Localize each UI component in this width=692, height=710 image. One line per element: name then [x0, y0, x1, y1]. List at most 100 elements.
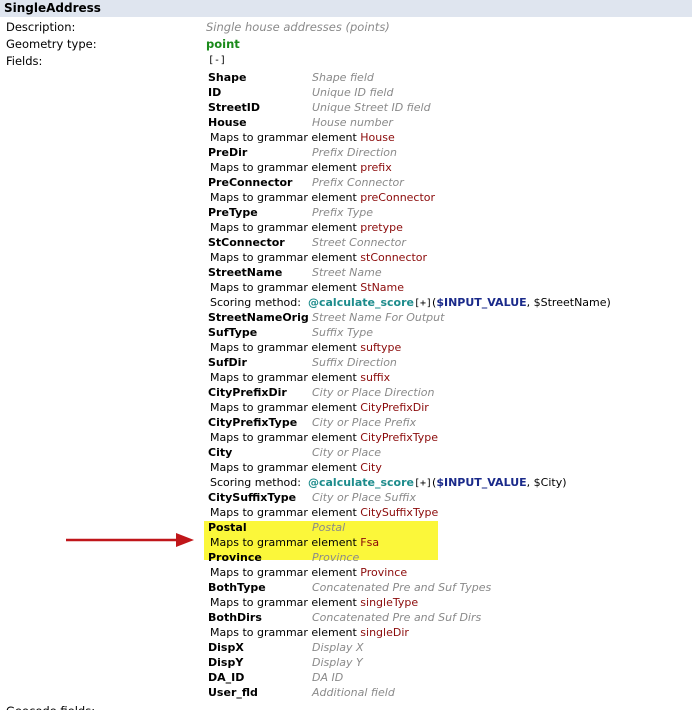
field-name: PreDir: [208, 146, 248, 159]
grammar-element: prefix: [360, 161, 392, 174]
field-name: CityPrefixDir: [208, 386, 287, 399]
field-description: Prefix Direction: [312, 146, 397, 159]
grammar-element: CityPrefixDir: [360, 401, 429, 414]
scoring-method-row: Scoring method: @calculate_score[+]($INP…: [210, 296, 611, 309]
field-description: City or Place Prefix: [312, 416, 417, 429]
field-name: BothDirs: [208, 611, 262, 624]
field-description: Shape field: [312, 71, 374, 84]
mapping-prefix: Maps to grammar element: [210, 626, 361, 639]
field-name: SufType: [208, 326, 258, 339]
input-value-arg: $INPUT_VALUE: [436, 296, 527, 309]
field-description: Display X: [312, 641, 364, 654]
field-row: DispY Display Y: [206, 655, 686, 670]
grammar-element: CitySuffixType: [360, 506, 439, 519]
mapping-prefix: Maps to grammar element: [210, 401, 361, 414]
grammar-mapping-row: Maps to grammar element CitySuffixType: [206, 505, 686, 520]
expand-function-toggle[interactable]: [+]: [414, 478, 432, 489]
field-row: Shape Shape field: [206, 70, 686, 85]
field-description: Street Name: [312, 266, 382, 279]
field-row: House House number: [206, 115, 686, 130]
field-row: BothType Concatenated Pre and Suf Types: [206, 580, 686, 595]
grammar-element: City: [360, 461, 382, 474]
description-value: Single house addresses (points): [206, 20, 390, 34]
grammar-element: stConnector: [360, 251, 428, 264]
field-name: Shape: [208, 71, 247, 84]
field-row: BothDirs Concatenated Pre and Suf Dirs: [206, 610, 686, 625]
mapping-prefix: Maps to grammar element: [210, 251, 361, 264]
field-description: Suffix Type: [312, 326, 373, 339]
field-description: Prefix Connector: [312, 176, 404, 189]
grammar-mapping-row: Maps to grammar element singleDir: [206, 625, 686, 640]
field-name: BothType: [208, 581, 266, 594]
grammar-mapping-row: Maps to grammar element House: [206, 130, 686, 145]
scoring-label: Scoring method:: [210, 296, 301, 309]
field-description: Postal: [312, 521, 346, 534]
grammar-element: singleType: [360, 596, 419, 609]
grammar-mapping-row: Maps to grammar element CityPrefixDir: [206, 400, 686, 415]
collapse-fields-toggle[interactable]: [-]: [208, 55, 226, 66]
field-name: StreetNameOrig: [208, 311, 309, 324]
field-row: PreType Prefix Type: [206, 205, 686, 220]
field-name: ID: [208, 86, 222, 99]
field-row: StreetName Street Name: [206, 265, 686, 280]
field-arg: $StreetName: [533, 296, 607, 309]
mapping-prefix: Maps to grammar element: [210, 536, 361, 549]
field-name: DispX: [208, 641, 244, 654]
field-description: Prefix Type: [312, 206, 374, 219]
field-arg: $City: [533, 476, 563, 489]
field-description: City or Place Direction: [312, 386, 435, 399]
mapping-prefix: Maps to grammar element: [210, 566, 361, 579]
field-name: SufDir: [208, 356, 247, 369]
mapping-prefix: Maps to grammar element: [210, 131, 361, 144]
field-row: StreetID Unique Street ID field: [206, 100, 686, 115]
scoring-function: @calculate_score: [307, 296, 414, 309]
mapping-prefix: Maps to grammar element: [210, 281, 361, 294]
grammar-mapping-row: Maps to grammar element prefix: [206, 160, 686, 175]
field-row: StConnector Street Connector: [206, 235, 686, 250]
section-title: SingleAddress: [0, 0, 692, 17]
expand-function-toggle[interactable]: [+]: [414, 298, 432, 309]
field-row: CitySuffixType City or Place Suffix: [206, 490, 686, 505]
grammar-element: suffix: [360, 371, 391, 384]
grammar-mapping-row: Maps to grammar element Province: [206, 565, 686, 580]
grammar-mapping-row: Maps to grammar element CityPrefixType: [206, 430, 686, 445]
field-name: City: [208, 446, 233, 459]
description-label: Description:: [6, 20, 76, 34]
grammar-mapping-row: Maps to grammar element singleType: [206, 595, 686, 610]
field-description: Unique ID field: [312, 86, 394, 99]
input-value-arg: $INPUT_VALUE: [436, 476, 527, 489]
grammar-mapping-row: Maps to grammar element StName: [206, 280, 686, 295]
grammar-element: pretype: [360, 221, 403, 234]
scoring-label: Scoring method:: [210, 476, 301, 489]
field-name: CityPrefixType: [208, 416, 298, 429]
geometry-type-value: point: [206, 37, 240, 51]
field-description: Concatenated Pre and Suf Types: [312, 581, 492, 594]
field-row: PreConnector Prefix Connector: [206, 175, 686, 190]
mapping-prefix: Maps to grammar element: [210, 161, 361, 174]
field-name: CitySuffixType: [208, 491, 297, 504]
field-row: CityPrefixType City or Place Prefix: [206, 415, 686, 430]
field-row: PreDir Prefix Direction: [206, 145, 686, 160]
mapping-prefix: Maps to grammar element: [210, 506, 361, 519]
mapping-prefix: Maps to grammar element: [210, 461, 361, 474]
geocode-fields-label: Geocode fields:: [6, 704, 95, 710]
field-row: User_fld Additional field: [206, 685, 686, 700]
mapping-prefix: Maps to grammar element: [210, 431, 361, 444]
grammar-element: Fsa: [360, 536, 380, 549]
field-row: Postal Postal: [206, 520, 686, 535]
grammar-element: CityPrefixType: [360, 431, 439, 444]
grammar-mapping-row: Maps to grammar element preConnector: [206, 190, 686, 205]
arrow-icon: [66, 533, 194, 547]
grammar-mapping-row: Maps to grammar element stConnector: [206, 250, 686, 265]
field-description: Unique Street ID field: [312, 101, 431, 114]
mapping-prefix: Maps to grammar element: [210, 596, 361, 609]
grammar-element: suftype: [360, 341, 402, 354]
mapping-prefix: Maps to grammar element: [210, 221, 361, 234]
grammar-mapping-row: Maps to grammar element pretype: [206, 220, 686, 235]
field-description: City or Place: [312, 446, 382, 459]
grammar-element: Province: [360, 566, 408, 579]
field-name: StConnector: [208, 236, 285, 249]
grammar-mapping-row: Maps to grammar element Fsa: [206, 535, 686, 550]
field-row: SufType Suffix Type: [206, 325, 686, 340]
field-row: SufDir Suffix Direction: [206, 355, 686, 370]
